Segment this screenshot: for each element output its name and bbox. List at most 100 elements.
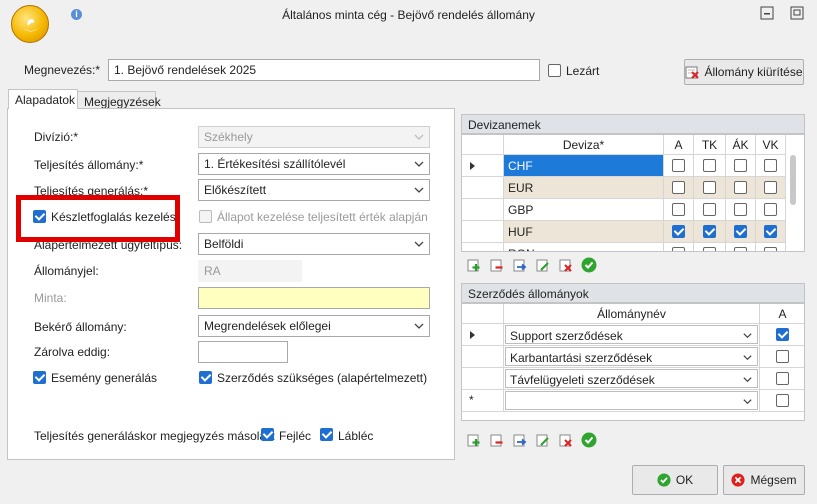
currency-flag-checkbox[interactable] (734, 225, 747, 238)
contracts-grid[interactable]: Állománynév A Support szerződések Karbantar… (461, 303, 805, 421)
flag-cell[interactable] (664, 199, 694, 221)
currency-flag-checkbox[interactable] (703, 247, 716, 251)
ledger-mark-field[interactable]: RA (198, 260, 302, 282)
move-row-icon[interactable] (513, 258, 527, 272)
contract-required-checkbox[interactable] (199, 371, 212, 384)
event-generation-checkbox[interactable] (33, 371, 46, 384)
flag-cell[interactable] (756, 199, 786, 221)
flag-cell[interactable] (694, 155, 726, 177)
remove-row-icon[interactable] (490, 258, 504, 272)
currency-flag-checkbox[interactable] (672, 203, 685, 216)
currency-flag-checkbox[interactable] (703, 181, 716, 194)
currency-flag-checkbox[interactable] (703, 203, 716, 216)
delete-row-icon[interactable] (559, 258, 573, 272)
flag-cell[interactable] (726, 243, 756, 251)
contract-name-cell[interactable]: Karbantartási szerződések (504, 346, 760, 368)
contract-name-combo[interactable] (505, 391, 758, 410)
flag-cell[interactable] (760, 368, 804, 390)
flag-cell[interactable] (664, 177, 694, 199)
contract-name-combo[interactable]: Support szerződések (505, 325, 758, 344)
currency-code-cell[interactable]: CHF (504, 155, 664, 177)
name-field[interactable]: 1. Bejövő rendelések 2025 (108, 59, 540, 81)
edit-row-icon[interactable] (536, 258, 550, 272)
currency-flag-checkbox[interactable] (764, 181, 777, 194)
clear-ledger-button[interactable]: Állomány kiürítése (684, 59, 804, 85)
currency-flag-checkbox[interactable] (703, 225, 716, 238)
note-copy-label: Teljesítés generáláskor megjegyzés másol… (34, 429, 276, 443)
request-ledger-combo[interactable]: Megrendelések előlegei (198, 315, 430, 337)
currency-code-cell[interactable]: GBP (504, 199, 664, 221)
currency-flag-checkbox[interactable] (672, 159, 685, 172)
currency-code-cell[interactable]: RON (504, 243, 664, 251)
contract-flag-checkbox[interactable] (776, 372, 789, 385)
flag-cell[interactable] (664, 221, 694, 243)
fulfillment-ledger-combo[interactable]: 1. Értékesítési szállítólevél (198, 153, 430, 175)
edit-row-icon[interactable] (536, 433, 550, 447)
currencies-scrollbar[interactable] (790, 155, 796, 205)
contract-flag-checkbox[interactable] (776, 350, 789, 363)
restore-button[interactable] (790, 6, 804, 20)
currency-flag-checkbox[interactable] (672, 225, 685, 238)
currency-flag-checkbox[interactable] (734, 203, 747, 216)
currency-flag-checkbox[interactable] (672, 181, 685, 194)
template-field[interactable] (198, 287, 430, 309)
footer-note-checkbox[interactable] (320, 428, 333, 441)
contract-name-combo[interactable]: Karbantartási szerződések (505, 347, 758, 366)
flag-cell[interactable] (756, 221, 786, 243)
flag-cell[interactable] (726, 155, 756, 177)
move-row-icon[interactable] (513, 433, 527, 447)
flag-cell[interactable] (760, 390, 804, 412)
contract-flag-checkbox[interactable] (776, 394, 789, 407)
currency-code-cell[interactable]: HUF (504, 221, 664, 243)
locked-until-field[interactable] (198, 341, 288, 363)
flag-cell[interactable] (726, 221, 756, 243)
locked-checkbox[interactable] (548, 64, 561, 77)
confirm-icon[interactable] (581, 257, 597, 273)
ok-button[interactable]: OK (632, 465, 718, 495)
flag-cell[interactable] (756, 243, 786, 251)
header-note-checkbox[interactable] (261, 428, 274, 441)
default-client-type-combo[interactable]: Belföldi (198, 233, 430, 255)
contract-name-cell[interactable] (504, 390, 760, 412)
contract-name-cell[interactable]: Távfelügyeleti szerződések (504, 368, 760, 390)
flag-cell[interactable] (760, 324, 804, 346)
flag-cell[interactable] (760, 346, 804, 368)
add-row-icon[interactable] (467, 433, 481, 447)
currency-flag-checkbox[interactable] (734, 159, 747, 172)
currency-flag-checkbox[interactable] (672, 247, 685, 251)
currency-flag-checkbox[interactable] (764, 203, 777, 216)
flag-cell[interactable] (694, 243, 726, 251)
currency-flag-checkbox[interactable] (734, 181, 747, 194)
flag-cell[interactable] (694, 177, 726, 199)
currency-flag-checkbox[interactable] (764, 247, 777, 251)
currency-flag-checkbox[interactable] (734, 247, 747, 251)
currency-flag-checkbox[interactable] (703, 159, 716, 172)
cancel-button[interactable]: Mégsem (723, 465, 805, 495)
division-combo[interactable]: Székhely (198, 126, 430, 148)
minimize-button[interactable] (760, 6, 774, 20)
currency-flag-checkbox[interactable] (764, 159, 777, 172)
currency-flag-checkbox[interactable] (764, 225, 777, 238)
contract-flag-checkbox[interactable] (776, 328, 789, 341)
flag-cell[interactable] (664, 243, 694, 251)
flag-cell[interactable] (756, 155, 786, 177)
confirm-icon[interactable] (581, 432, 597, 448)
flag-cell[interactable] (756, 177, 786, 199)
flag-cell[interactable] (664, 155, 694, 177)
currencies-grid[interactable]: Deviza*ATKÁKVK CHFEURGBPHUFRON (461, 134, 805, 252)
fulfillment-generation-combo[interactable]: Előkészített (198, 179, 430, 201)
flag-cell[interactable] (694, 221, 726, 243)
flag-cell[interactable] (726, 199, 756, 221)
stock-reservation-checkbox[interactable] (33, 210, 46, 223)
state-handling-checkbox[interactable] (199, 210, 212, 223)
remove-row-icon[interactable] (490, 433, 504, 447)
tab-alapadatok[interactable]: Alapadatok (8, 89, 78, 109)
currency-code-cell[interactable]: EUR (504, 177, 664, 199)
delete-row-icon[interactable] (559, 433, 573, 447)
flag-cell[interactable] (694, 199, 726, 221)
contract-name-combo[interactable]: Távfelügyeleti szerződések (505, 369, 758, 388)
tab-megjegyzesek[interactable]: Megjegyzések (77, 91, 161, 109)
contract-name-cell[interactable]: Support szerződések (504, 324, 760, 346)
flag-cell[interactable] (726, 177, 756, 199)
add-row-icon[interactable] (467, 258, 481, 272)
